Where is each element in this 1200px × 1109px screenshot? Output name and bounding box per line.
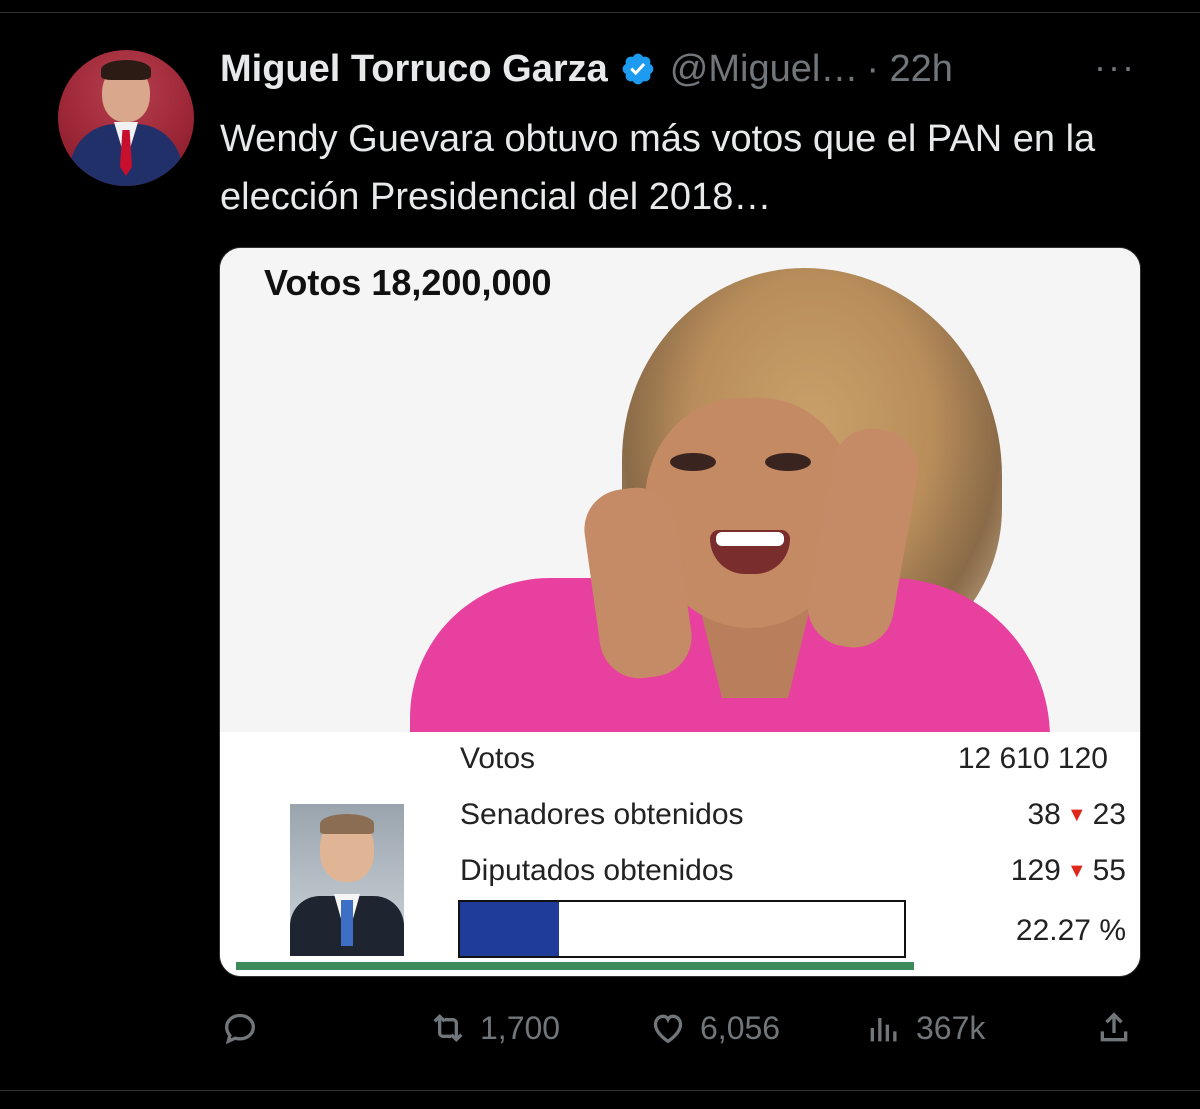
retweet-icon [433,1013,463,1043]
tweet-header: Miguel Torruco Garza @Miguel… · 22h [220,44,953,94]
share-icon [1100,1012,1128,1042]
percentage-value: 22.27 % [1015,914,1126,947]
diputados-after: 55 [1092,854,1126,887]
tweet-text: Wendy Guevara obtuvo más votos que el PA… [220,118,1096,218]
media-photo: Votos 18,200,000 [220,248,1140,748]
views-icon [870,1018,897,1042]
vote-progress-fill [460,902,559,956]
avatar[interactable] [58,50,194,186]
candidate-photo [290,804,404,956]
display-name[interactable]: Miguel Torruco Garza [220,48,608,91]
stat-label-senadores: Senadores obtenidos [460,798,744,831]
handle[interactable]: @Miguel… [670,48,859,91]
retweet-button[interactable]: 1,700 [428,1008,560,1048]
senadores-after: 23 [1092,798,1126,831]
stat-value-diputados: 129 ▼ 55 [1011,854,1126,888]
reply-icon [224,1013,256,1045]
like-count: 6,056 [700,1009,781,1046]
tweet-actions: 1,700 6,056 367k [220,1000,1140,1060]
tweet-media[interactable]: Votos 18,200,000 Votos 12 610 120 Senado… [219,247,1141,977]
views-count: 367k [916,1009,986,1046]
media-title: Votos 18,200,000 [264,262,552,303]
stat-label-diputados: Diputados obtenidos [460,854,734,887]
timestamp[interactable]: · 22h [866,48,953,91]
verified-badge-icon[interactable] [620,51,656,87]
diputados-before: 129 [1010,854,1061,887]
views-button[interactable]: 367k [864,1008,985,1048]
stat-label-votos: Votos [460,742,536,775]
green-underline [236,962,914,970]
bottom-divider [0,1090,1200,1091]
top-divider [0,12,1200,13]
share-button[interactable] [1094,1008,1146,1048]
reply-button[interactable] [220,1008,272,1048]
retweet-count: 1,700 [480,1009,561,1046]
stat-value-votos: 12 610 120 [957,742,1108,775]
more-options-icon[interactable]: ··· [1094,49,1136,85]
vote-progress-bar [458,900,906,958]
heart-icon [653,1014,683,1044]
like-button[interactable]: 6,056 [648,1008,780,1048]
stat-value-senadores: 38 ▼ 23 [1027,798,1126,832]
down-arrow-icon: ▼ [1066,804,1087,826]
senadores-before: 38 [1027,798,1061,831]
down-arrow-icon: ▼ [1066,860,1087,882]
